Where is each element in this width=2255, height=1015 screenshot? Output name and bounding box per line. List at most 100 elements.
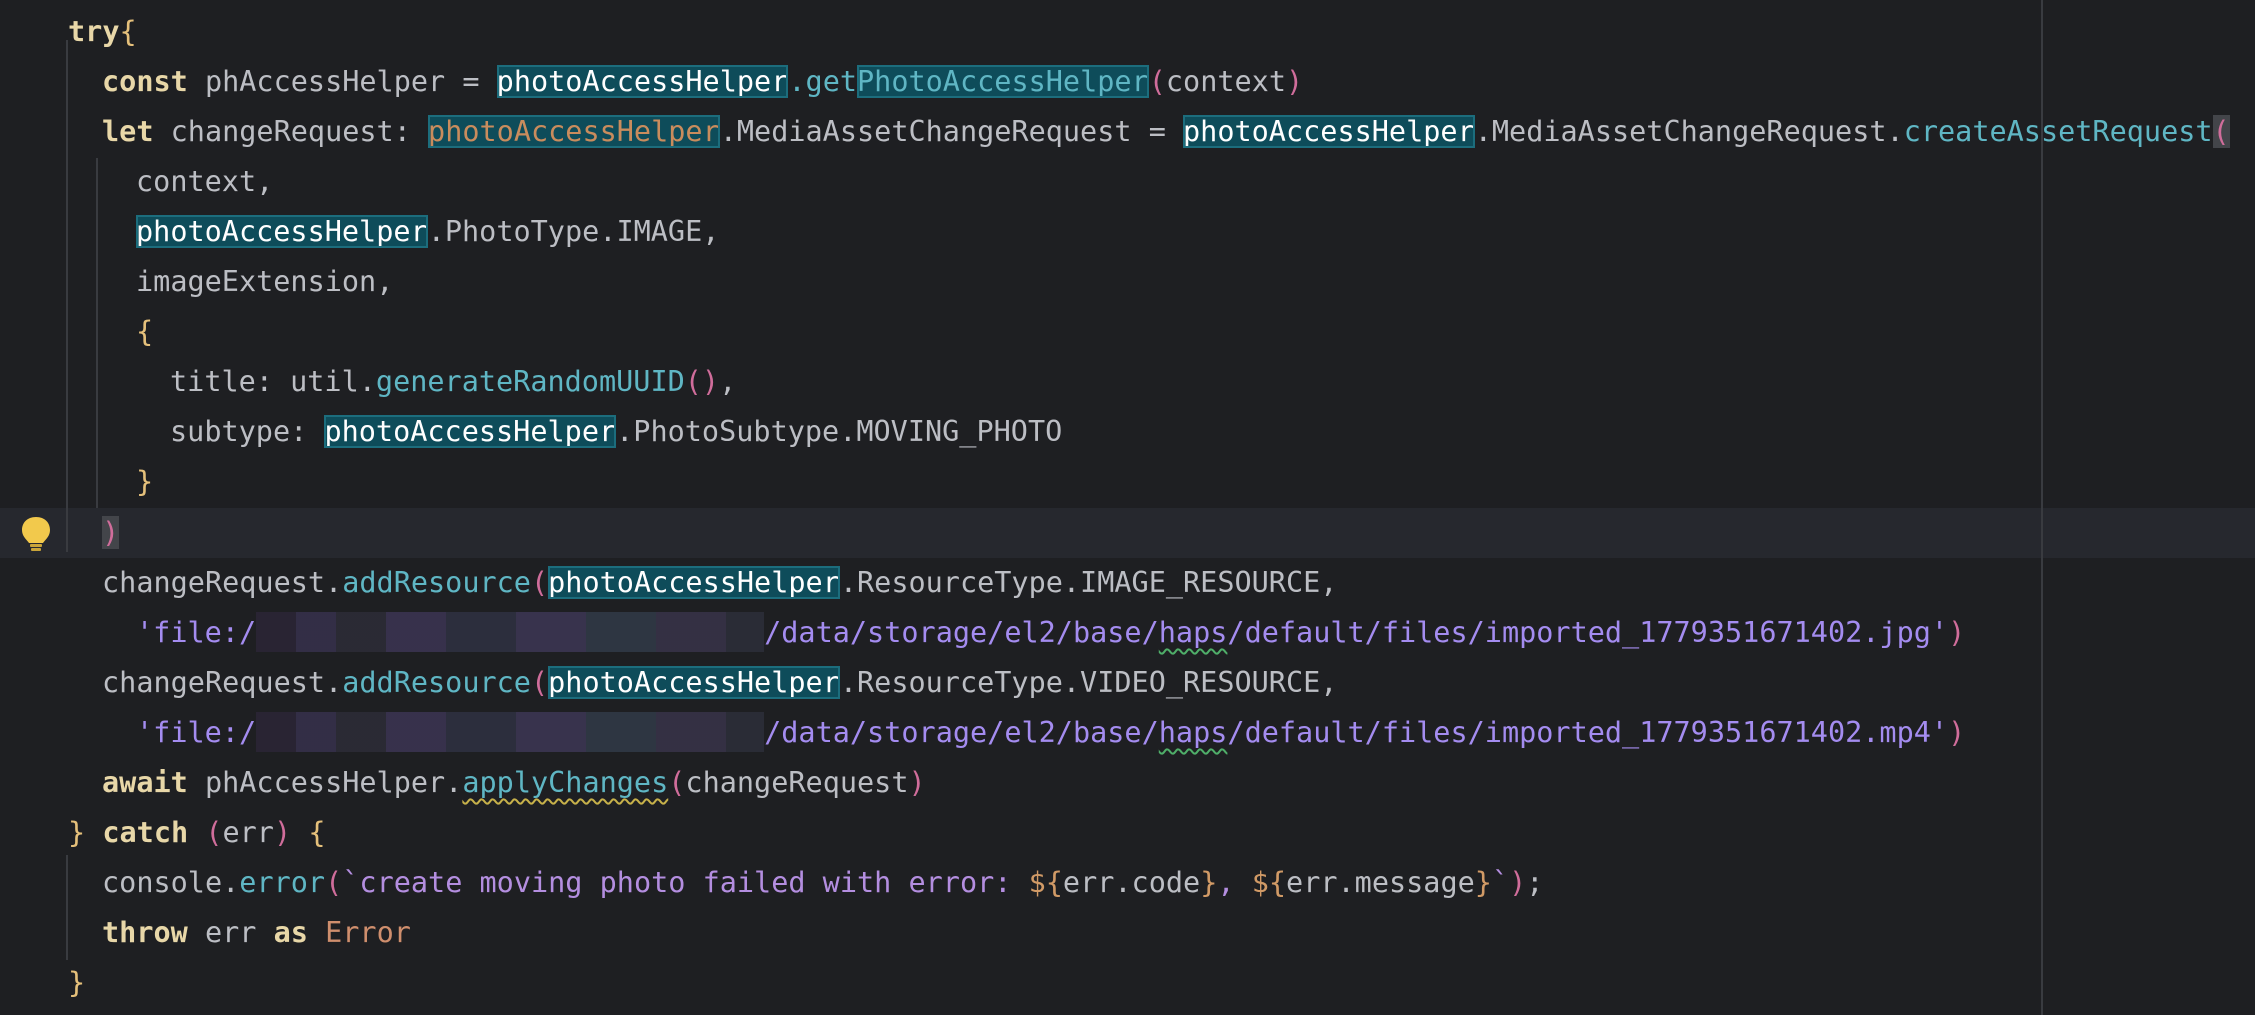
identifier: err (187, 916, 274, 949)
string-literal: /data/storage/el2/base/ (764, 616, 1159, 649)
paren: () (684, 365, 720, 398)
property: subtype: (170, 415, 325, 448)
code-line: try{ (68, 7, 137, 57)
identifier: changeRequest. (102, 666, 343, 699)
expression: err.code (1062, 866, 1201, 899)
template-string: ` (1491, 866, 1510, 899)
paren: ( (325, 866, 343, 899)
string-literal: /default/files/imported_1779351671402.jp… (1227, 616, 1949, 649)
paren: ( (530, 666, 549, 699)
member-access: .ResourceType.IMAGE_RESOURCE, (839, 566, 1338, 599)
paren: ) (1948, 616, 1966, 649)
code-line: ) (102, 508, 120, 558)
current-line-highlight (0, 508, 2255, 558)
highlighted-identifier: photoAccessHelper (548, 566, 840, 599)
template-delimiter: ${ (1251, 866, 1287, 899)
typo-highlight: haps (1158, 716, 1228, 749)
keyword-catch: catch (102, 816, 189, 849)
typo-highlight: haps (1158, 616, 1228, 649)
code-line: subtype: photoAccessHelper.PhotoSubtype.… (170, 407, 1062, 457)
paren: ( (205, 816, 223, 849)
argument: context (1165, 65, 1286, 98)
highlighted-identifier: photoAccessHelper (324, 415, 617, 448)
property: title: util. (170, 365, 376, 398)
code-line: } (136, 457, 153, 507)
method-name: generateRandomUUID (375, 365, 685, 398)
argument: err (222, 816, 274, 849)
code-line: let changeRequest: photoAccessHelper.Med… (102, 107, 2230, 157)
comma: , (719, 365, 737, 398)
template-string: , (1217, 866, 1252, 899)
semicolon: ; (1526, 866, 1544, 899)
indent-guide (66, 40, 68, 552)
brace: } (68, 816, 86, 849)
argument: context, (136, 165, 274, 198)
method-name: addResource (342, 566, 531, 599)
code-line: await phAccessHelper.applyChanges(change… (102, 758, 926, 808)
member-access: .PhotoSubtype.MOVING_PHOTO (616, 415, 1063, 448)
string-literal: 'file:/ (136, 616, 257, 649)
highlighted-method: PhotoAccessHelper (857, 65, 1149, 98)
template-delimiter: ${ (1028, 866, 1063, 899)
redacted-region (256, 612, 765, 652)
template-delimiter: } (1474, 866, 1492, 899)
brace: { (136, 315, 154, 348)
member-access: .ResourceType.VIDEO_RESOURCE, (839, 666, 1338, 699)
keyword-try: try (68, 15, 120, 48)
paren: ( (1148, 65, 1166, 98)
identifier: phAccessHelper. (187, 766, 463, 799)
keyword-await: await (102, 766, 188, 799)
identifier: console. (102, 866, 240, 899)
code-line: throw err as Error (102, 908, 411, 958)
method-name: addResource (342, 666, 531, 699)
string-literal: /data/storage/el2/base/ (764, 716, 1159, 749)
redacted-region (256, 712, 765, 752)
keyword-const: const (102, 65, 188, 98)
type-name: .MediaAssetChangeRequest. (1474, 115, 1904, 148)
paren: ) (908, 766, 926, 799)
template-delimiter: } (1200, 866, 1218, 899)
argument: changeRequest (685, 766, 909, 799)
method-name: applyChanges (462, 766, 669, 799)
method-prefix: get (805, 65, 858, 98)
method-name: error (239, 866, 326, 899)
identifier: changeRequest: (153, 115, 429, 148)
paren: ( (530, 566, 549, 599)
code-editor[interactable]: try{ const phAccessHelper = photoAccessH… (0, 0, 2255, 1015)
code-line: console.error(`create moving photo faile… (102, 858, 1543, 908)
paren: ( (2212, 115, 2230, 148)
type-name: .MediaAssetChangeRequest = (719, 115, 1184, 148)
highlighted-identifier: photoAccessHelper (496, 65, 789, 98)
method-name: createAssetRequest (1903, 115, 2213, 148)
code-line: { (136, 307, 153, 357)
code-line: changeRequest.addResource(photoAccessHel… (102, 558, 1337, 608)
code-line: 'file:/ /data/storage/el2/base/haps/defau… (136, 708, 1965, 758)
code-line: context, (136, 157, 273, 207)
paren: ) (1509, 866, 1527, 899)
code-line: } (68, 958, 85, 1008)
paren: ) (273, 816, 292, 849)
code-line: changeRequest.addResource(photoAccessHel… (102, 658, 1337, 708)
identifier: changeRequest. (102, 566, 343, 599)
paren: ( (668, 766, 686, 799)
brace: } (68, 966, 86, 999)
dot: . (788, 65, 806, 98)
brace: { (119, 15, 137, 48)
paren: ) (102, 516, 120, 549)
argument: imageExtension, (136, 265, 394, 298)
brace: { (308, 816, 326, 849)
code-line: imageExtension, (136, 257, 393, 307)
lightbulb-icon[interactable] (18, 514, 54, 554)
highlighted-identifier: photoAccessHelper (548, 666, 840, 699)
highlighted-identifier: photoAccessHelper (1183, 115, 1475, 148)
keyword-throw: throw (102, 916, 188, 949)
code-line: title: util.generateRandomUUID(), (170, 357, 736, 407)
string-literal: 'file:/ (136, 716, 257, 749)
keyword-as: as (273, 916, 308, 949)
keyword-let: let (102, 115, 154, 148)
code-line: 'file:/ /data/storage/el2/base/haps/defau… (136, 608, 1965, 658)
highlighted-identifier: photoAccessHelper (428, 115, 720, 148)
code-line: } catch (err) { (68, 808, 325, 858)
paren: ) (1948, 716, 1966, 749)
brace: } (136, 465, 154, 498)
